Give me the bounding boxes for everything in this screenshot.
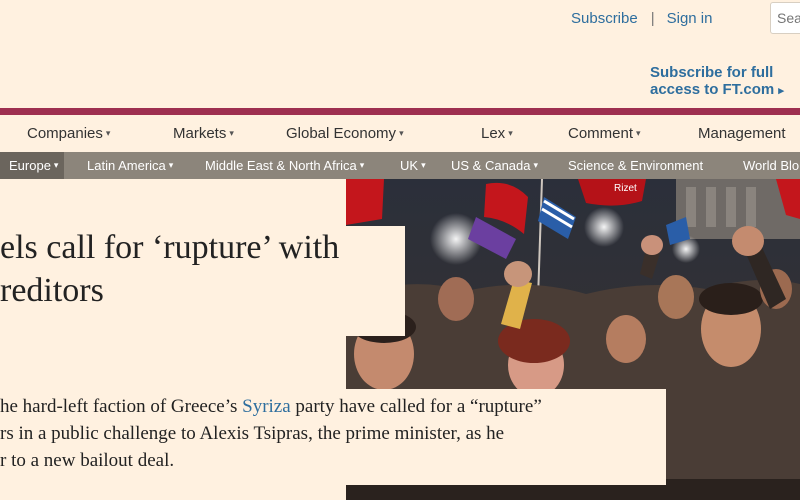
article: Rizet els call for ‘rupture’ with redito… [0,179,800,500]
subnav-item-world-blogs[interactable]: World Blo [743,152,799,179]
syriza-link[interactable]: Syriza [242,396,291,417]
subnav-item-latin-america[interactable]: Latin America ▾ [87,152,173,179]
chevron-down-icon: ▾ [359,160,365,170]
standfirst-text: he hard-left faction of Greece’s [0,396,243,417]
subnav-item-label: Science & Environment [568,158,704,173]
nav-item-label: Management [698,125,786,142]
nav-item-label: Comment [568,125,634,142]
search-input[interactable] [770,2,800,34]
headline-line-1: els call for ‘rupture’ with [0,229,340,266]
chevron-down-icon: ▾ [533,160,539,170]
standfirst-panel: he hard-left faction of Greece’s Syriza … [0,389,666,485]
article-standfirst: he hard-left faction of Greece’s Syriza … [0,393,542,474]
chevron-down-icon: ▾ [53,160,59,170]
subnav-item-middle-east[interactable]: Middle East & North Africa ▾ [205,152,364,179]
chevron-down-icon: ▾ [168,160,174,170]
chevron-down-icon: ▾ [508,128,513,138]
chevron-down-icon: ▾ [229,128,234,138]
nav-item-comment[interactable]: Comment ▾ [568,125,641,142]
nav-item-management[interactable]: Management [698,125,786,142]
nav-item-label: Lex [481,125,506,142]
world-subnav: Europe ▾ Latin America ▾ Middle East & Nor… [0,152,800,179]
chevron-down-icon: ▾ [636,128,641,138]
nav-item-label: Markets [173,125,227,142]
nav-item-lex[interactable]: Lex ▾ [481,125,513,142]
subnav-item-science[interactable]: Science & Environment [568,152,703,179]
account-links: Subscribe | Sign in [571,10,712,27]
subnav-item-label: US & Canada [451,158,531,173]
nav-item-label: Global Economy [286,125,397,142]
article-headline[interactable]: els call for ‘rupture’ with reditors [0,226,339,312]
subnav-item-label: UK [400,158,419,173]
nav-item-markets[interactable]: Markets ▾ [173,125,234,142]
nav-item-label: Companies [27,125,103,142]
subnav-item-label: Europe [9,158,51,173]
arrow-right-icon: ▸ [778,85,784,97]
flag-text: Rizet [614,183,637,194]
promo-line-1: Subscribe for full [650,64,774,81]
chevron-down-icon: ▾ [421,160,426,170]
nav-item-companies[interactable]: Companies ▾ [27,125,110,142]
headline-panel: els call for ‘rupture’ with reditors [0,226,405,336]
subnav-item-label: Middle East & North Africa [205,158,357,173]
link-separator: | [650,10,655,27]
chevron-down-icon: ▾ [105,128,111,138]
brand-divider [0,108,800,115]
subnav-item-label: World Blo [743,158,800,173]
subscribe-promo-link[interactable]: Subscribe for full access to FT.com ▸ [650,64,784,100]
subnav-item-us-canada[interactable]: US & Canada ▾ [451,152,538,179]
primary-nav: Companies ▾ Markets ▾ Global Economy ▾ Lex ▾… [0,115,800,152]
site-header: Subscribe | Sign in Subscribe for full a… [0,0,800,108]
sign-in-link[interactable]: Sign in [667,10,713,27]
nav-item-global-economy[interactable]: Global Economy ▾ [286,125,404,142]
promo-line-2: access to FT.com [650,81,775,98]
standfirst-line-3: r to a new bailout deal. [0,450,175,471]
subnav-item-europe[interactable]: Europe ▾ [0,152,65,179]
subnav-item-uk[interactable]: UK ▾ [400,152,426,179]
standfirst-text: party have called for a “rupture” [290,396,542,417]
subnav-item-label: Latin America [87,158,166,173]
standfirst-line-2: rs in a public challenge to Alexis Tsipr… [0,423,505,444]
subscribe-link[interactable]: Subscribe [571,10,638,27]
headline-line-2: reditors [0,272,104,309]
chevron-down-icon: ▾ [399,128,404,138]
